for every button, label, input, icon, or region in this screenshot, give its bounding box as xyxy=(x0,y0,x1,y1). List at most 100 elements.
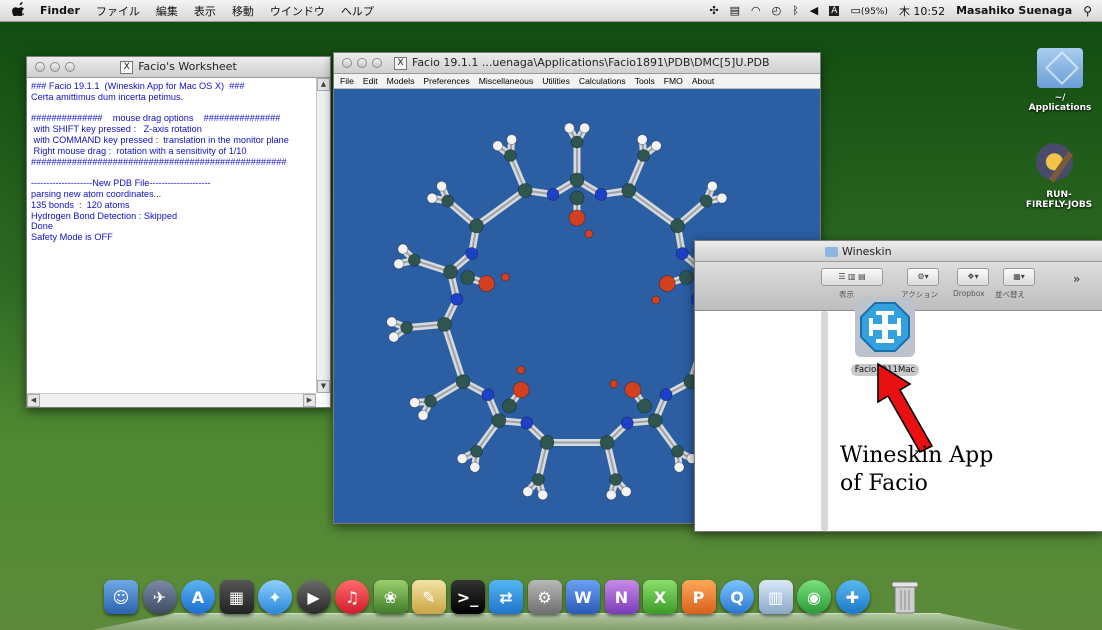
menu-help[interactable]: ヘルプ xyxy=(341,3,374,19)
scroll-up-arrow-icon[interactable]: ▲ xyxy=(317,78,330,91)
menu-models[interactable]: Models xyxy=(387,76,415,86)
system-preferences-dock-icon[interactable]: ⚙ xyxy=(527,580,562,614)
menu-finder[interactable]: Finder xyxy=(40,4,80,17)
finder-titlebar[interactable]: Wineskin xyxy=(695,241,1102,262)
desktop-icon-label: ~/ Applications xyxy=(1028,93,1092,113)
menu-edit[interactable]: 編集 xyxy=(156,3,178,19)
desktop-icon-label: RUN- FIREFLY-JOBS xyxy=(1025,190,1093,210)
time-machine-icon[interactable]: ◴ xyxy=(772,4,782,17)
menu-view[interactable]: 表示 xyxy=(194,3,216,19)
finder-title: Wineskin xyxy=(842,244,892,258)
app-store-dock-icon[interactable]: A xyxy=(181,580,215,614)
scroll-right-arrow-icon[interactable]: ▶ xyxy=(303,394,316,407)
menu-fmo[interactable]: FMO xyxy=(664,76,683,86)
view-mode-buttons[interactable]: ☰ ▥ ▤ xyxy=(821,268,883,286)
launchpad-dock-icon[interactable]: ✈ xyxy=(142,580,177,614)
action-button[interactable]: ⚙▾ xyxy=(907,268,939,286)
arrange-label: 並べ替え xyxy=(995,290,1025,299)
trash-dock-icon[interactable] xyxy=(888,580,922,614)
worksheet-line: ### Facio 19.1.1 (Wineskin App for Mac O… xyxy=(31,81,245,91)
apple-menu-icon[interactable] xyxy=(12,1,25,20)
status-disk-icon[interactable]: ▤ xyxy=(730,4,740,17)
menu-file[interactable]: File xyxy=(340,76,354,86)
folder-icon xyxy=(1037,48,1083,88)
gear-app-icon xyxy=(1036,142,1082,186)
quicktime-dock-icon[interactable]: Q xyxy=(720,580,754,614)
zoom-button[interactable] xyxy=(65,62,75,72)
battery-icon: ▭ xyxy=(850,4,861,17)
scroll-down-arrow-icon[interactable]: ▼ xyxy=(317,380,330,393)
worksheet-titlebar[interactable]: X Facio's Worksheet xyxy=(27,57,330,78)
menu-window[interactable]: ウインドウ xyxy=(270,3,325,19)
bluetooth-icon[interactable]: ᛒ xyxy=(792,4,799,17)
desktop-icon-applications[interactable]: ~/ Applications xyxy=(1018,48,1102,113)
user-name[interactable]: Masahiko Suenaga xyxy=(956,4,1072,17)
dropbox-button[interactable]: ❖▾ xyxy=(957,268,989,286)
battery-status[interactable]: ▭(95%) xyxy=(850,4,887,17)
minimize-button[interactable] xyxy=(357,58,367,68)
finder-dock-icon[interactable]: ☺ xyxy=(104,580,138,614)
menu-preferences[interactable]: Preferences xyxy=(423,76,469,86)
preview-dock-icon[interactable]: ✎ xyxy=(412,580,446,614)
desktop-icon-run-firefly-jobs[interactable]: RUN- FIREFLY-JOBS xyxy=(1016,142,1102,210)
minimize-button[interactable] xyxy=(50,62,60,72)
facio-title: Facio 19.1.1 ...uenaga\Applications\Faci… xyxy=(412,56,770,70)
menu-file[interactable]: ファイル xyxy=(96,3,140,19)
word-dock-icon[interactable]: W xyxy=(566,580,600,614)
worksheet-horizontal-scrollbar[interactable]: ◀ ▶ xyxy=(27,393,316,407)
menu-utilities[interactable]: Utilities xyxy=(542,76,570,86)
onenote-dock-icon[interactable]: N xyxy=(604,580,639,614)
scroll-left-arrow-icon[interactable]: ◀ xyxy=(27,394,40,407)
status-tool-icon[interactable]: ✣ xyxy=(709,4,718,17)
worksheet-line: Hydrogen Bond Detection : Skipped xyxy=(31,210,178,221)
menu-about[interactable]: About xyxy=(692,76,714,86)
volume-icon[interactable]: ◀ xyxy=(810,4,818,17)
toolbar-overflow-chevron[interactable]: » xyxy=(1073,272,1080,286)
facio-titlebar[interactable]: X Facio 19.1.1 ...uenaga\Applications\Fac… xyxy=(334,53,820,74)
worksheet-window: X Facio's Worksheet ### Facio 19.1.1 (Win… xyxy=(26,56,331,408)
annotation-label: Wineskin App of Facio xyxy=(840,443,994,496)
dvd-player-dock-icon[interactable]: ◉ xyxy=(797,580,831,614)
worksheet-line: 135 bonds : 120 atoms xyxy=(31,199,130,210)
menu-calculations[interactable]: Calculations xyxy=(579,76,626,86)
battery-percent: (95%) xyxy=(860,7,888,17)
teamviewer-dock-icon[interactable]: ⇄ xyxy=(489,580,523,614)
arrange-button[interactable]: ▦▾ xyxy=(1003,268,1035,286)
wineskin-dock-icon[interactable]: ✚ xyxy=(835,580,870,614)
x11-icon: X xyxy=(394,56,407,70)
menu-edit[interactable]: Edit xyxy=(363,76,378,86)
worksheet-line: with COMMAND key pressed : translation i… xyxy=(31,134,289,145)
worksheet-text[interactable]: ### Facio 19.1.1 (Wineskin App for Mac O… xyxy=(27,78,316,393)
menu-tools[interactable]: Tools xyxy=(635,76,655,86)
terminal-dock-icon[interactable]: >_ xyxy=(450,580,485,614)
facetime-dock-icon[interactable]: ▶ xyxy=(296,580,331,614)
worksheet-title: Facio's Worksheet xyxy=(138,60,237,74)
wifi-icon[interactable]: ◠ xyxy=(751,4,761,17)
iphoto-dock-icon[interactable]: ❀ xyxy=(373,580,408,614)
dock: ☺ ✈ A ▦ ✦ ▶ ♫ ❀ ✎ >_ ⇄ ⚙ W N X P Q ▥ ◉ ✚ xyxy=(92,578,1022,630)
finder-sidebar-scrollbar[interactable] xyxy=(821,311,828,531)
wineskin-app-icon xyxy=(855,297,915,357)
documents-dock-icon[interactable]: ▥ xyxy=(758,580,793,614)
spotlight-search-icon[interactable]: ⚲ xyxy=(1083,4,1092,18)
mission-control-dock-icon[interactable]: ▦ xyxy=(219,580,254,614)
worksheet-line: ############## mouse drag options ######… xyxy=(31,113,281,124)
menu-bar: Finder ファイル 編集 表示 移動 ウインドウ ヘルプ ✣ ▤ ◠ ◴ ᛒ… xyxy=(0,0,1102,22)
worksheet-vertical-scrollbar[interactable]: ▲ ▼ xyxy=(316,78,330,393)
powerpoint-dock-icon[interactable]: P xyxy=(681,580,716,614)
menu-miscellaneous[interactable]: Miscellaneous xyxy=(479,76,533,86)
clock[interactable]: 木 10:52 xyxy=(899,3,945,19)
safari-dock-icon[interactable]: ✦ xyxy=(258,580,292,614)
close-button[interactable] xyxy=(35,62,45,72)
worksheet-line: Done xyxy=(31,221,53,232)
menu-go[interactable]: 移動 xyxy=(232,3,254,19)
itunes-dock-icon[interactable]: ♫ xyxy=(335,580,369,614)
worksheet-line xyxy=(31,167,312,178)
worksheet-line: Right mouse drag : rotation with a sensi… xyxy=(31,145,247,156)
close-button[interactable] xyxy=(342,58,352,68)
input-method-icon[interactable]: A xyxy=(829,5,840,16)
facio-menu-bar: File Edit Models Preferences Miscellaneo… xyxy=(334,74,820,89)
excel-dock-icon[interactable]: X xyxy=(643,580,677,614)
worksheet-line: --------------------New PDB File--------… xyxy=(31,178,211,189)
zoom-button[interactable] xyxy=(372,58,382,68)
